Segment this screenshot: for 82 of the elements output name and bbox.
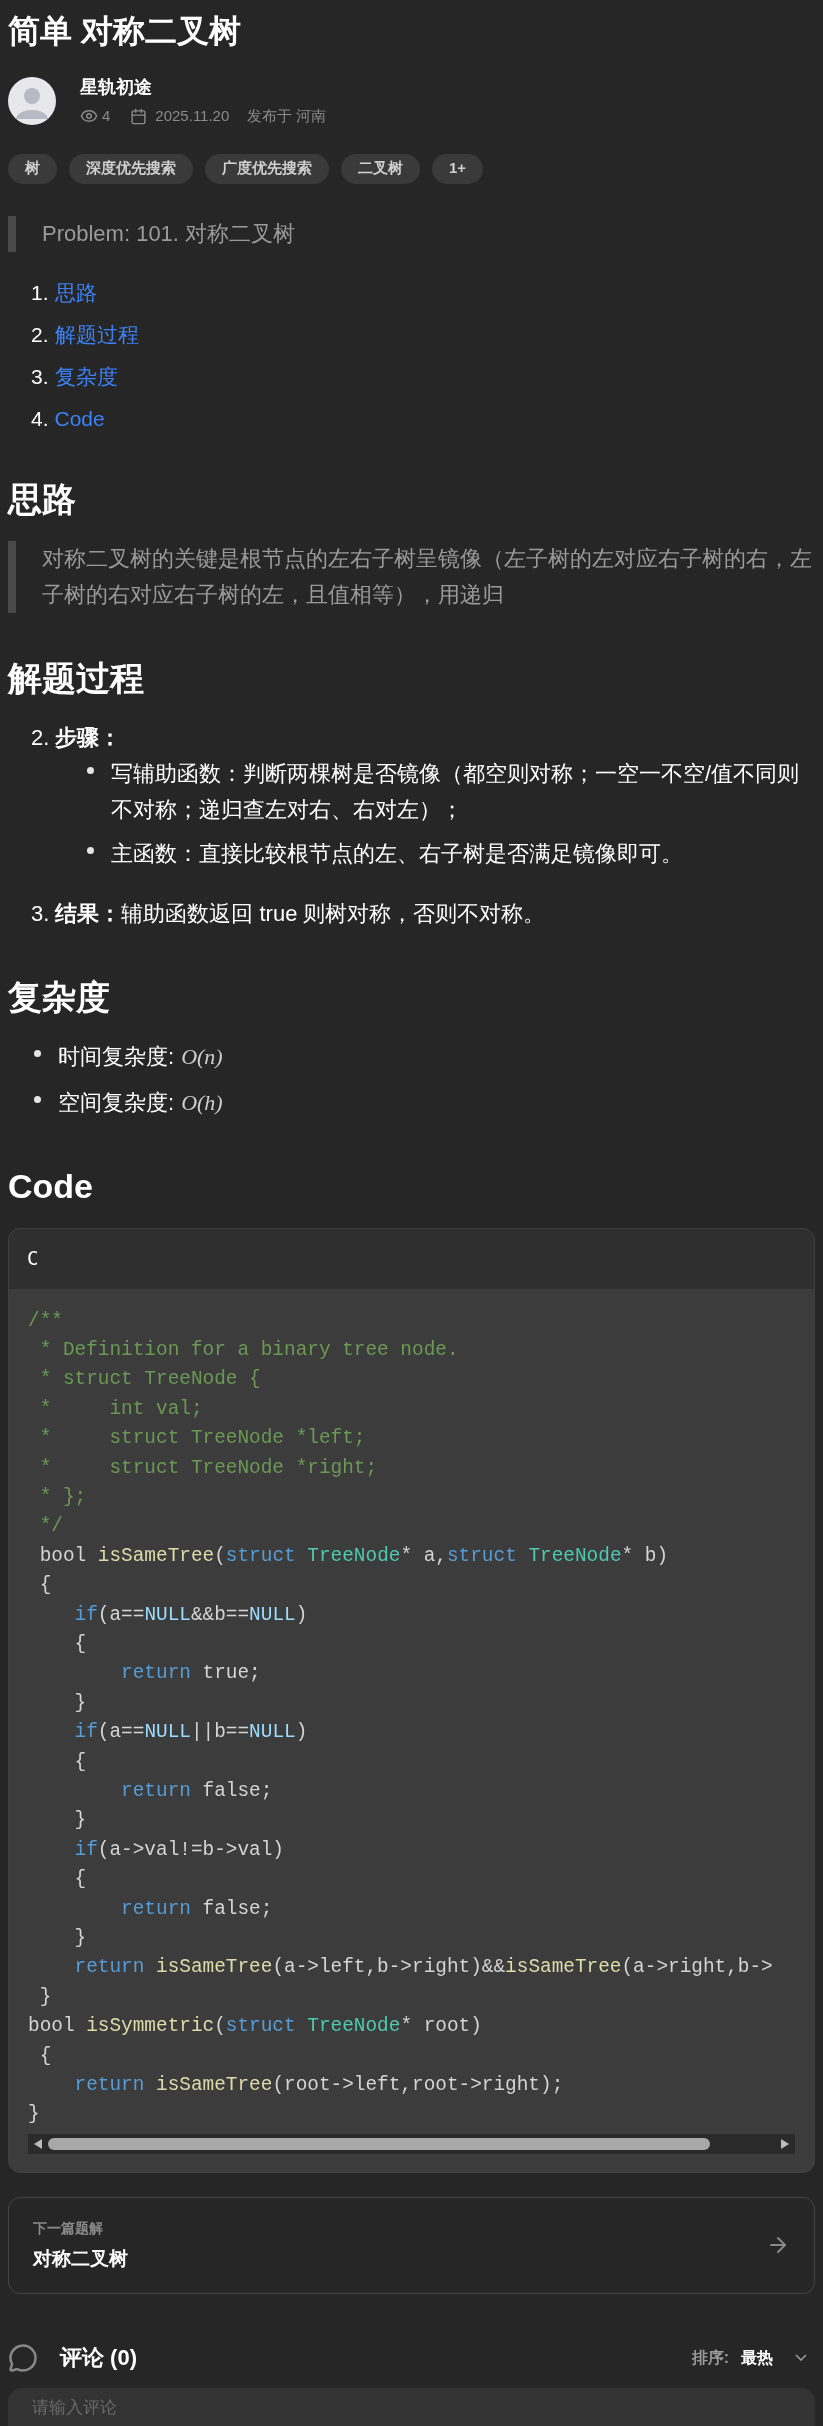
list-number: 4. (31, 405, 49, 432)
toc-link[interactable]: 复杂度 (54, 361, 118, 392)
tag-chip[interactable]: 1+ (432, 153, 484, 184)
formula: O(n) (181, 1042, 223, 1071)
complexity-label: 空间复杂度: (58, 1088, 175, 1117)
code-line: */ (38, 1514, 63, 1540)
view-count: 4 (102, 106, 111, 126)
step-text: 结果：辅助函数返回 true 则树对称，否则不对称。 (55, 899, 546, 928)
complexity-label: 时间复杂度: (58, 1042, 175, 1071)
code-line: } (73, 1926, 87, 1952)
code-line: * Definition for a binary tree node. (38, 1337, 459, 1363)
code-line: { (73, 1631, 87, 1657)
tag-chip[interactable]: 广度优先搜索 (205, 153, 329, 184)
tag-chip[interactable]: 深度优先搜索 (69, 153, 193, 184)
code-line: if(a==NULL||b==NULL) (73, 1720, 308, 1746)
section-heading: 思路 (8, 478, 77, 520)
code-line: { (38, 1573, 52, 1599)
code-line: } (38, 1984, 52, 2010)
post-location: 发布于 河南 (247, 106, 327, 126)
bullet-icon (87, 846, 94, 854)
code-line: { (73, 1867, 87, 1893)
list-number: 3. (31, 899, 50, 928)
bullet-icon (34, 1095, 41, 1103)
code-line: bool isSymmetric(struct TreeNode* root) (28, 2014, 482, 2040)
step-label: 步骤： (55, 723, 122, 752)
list-number: 1. (31, 279, 49, 306)
code-line: return true; (120, 1661, 261, 1687)
next-solution-card[interactable]: 下一篇题解 对称二叉树 (8, 2196, 815, 2294)
code-line: { (38, 2043, 52, 2069)
list-number: 2. (31, 321, 49, 348)
page-title: 简单 对称二叉树 (8, 12, 242, 51)
section-heading: 复杂度 (8, 976, 111, 1018)
tag-chip[interactable]: 二叉树 (341, 153, 420, 184)
toc-link[interactable]: Code (54, 403, 105, 434)
code-line: if(a->val!=b->val) (73, 1837, 284, 1863)
code-line: { (73, 1749, 87, 1775)
horizontal-scrollbar[interactable] (28, 2133, 795, 2154)
section-heading: 解题过程 (8, 657, 145, 699)
code-line: } (73, 1690, 87, 1716)
code-language: C (27, 1246, 39, 1272)
scroll-left-icon[interactable] (34, 2138, 42, 2149)
code-line: bool isSameTree(struct TreeNode* a,struct TreeNode* b) (38, 1543, 669, 1569)
problem-quote: Problem: 101. 对称二叉树 (41, 219, 296, 248)
calendar-icon (130, 107, 148, 125)
code-line: * struct TreeNode *right; (38, 1455, 378, 1481)
code-line: return isSameTree(root->left,root->right); (73, 2073, 564, 2099)
code-line: * struct TreeNode *left; (38, 1426, 366, 1452)
code-line: return isSameTree(a->left,b->right)&&isSameTree(a->right,b-> (73, 1955, 773, 1981)
next-caption: 下一篇题解 (33, 2218, 104, 2238)
code-line: * }; (38, 1484, 87, 1510)
bullet-icon (34, 1049, 41, 1057)
chevron-down-icon (795, 2354, 807, 2362)
code-line: * int val; (38, 1396, 203, 1422)
quote-bar (8, 215, 16, 252)
code-line: } (73, 1808, 87, 1834)
toc-link[interactable]: 解题过程 (54, 319, 139, 350)
scroll-right-icon[interactable] (781, 2138, 789, 2149)
code-line: if(a==NULL&&b==NULL) (73, 1602, 308, 1628)
sort-dropdown[interactable]: 最热 (741, 2345, 815, 2370)
bullet-icon (87, 766, 94, 774)
tag-chip[interactable]: 树 (8, 153, 57, 184)
sort-label: 排序: (691, 2347, 729, 2368)
comments-title: 评论 (0) (60, 2344, 137, 2373)
list-number: 3. (31, 363, 49, 390)
section-heading: Code (8, 1165, 94, 1207)
idea-quote: 对称二叉树的关键是根节点的左右子树呈镜像（左子树的左对应右子树的右，左子树的右对应右子树的左，且值相等），用递归 (41, 544, 813, 609)
code-line: return false; (120, 1896, 273, 1922)
code-line: return false; (120, 1779, 273, 1804)
step-text: 主函数：直接比较根节点的左、右子树是否满足镜像即可。 (111, 839, 683, 868)
author-name[interactable]: 星轨初途 (80, 74, 327, 101)
scrollbar-thumb[interactable] (48, 2137, 710, 2150)
avatar (8, 76, 56, 125)
formula: O(h) (181, 1088, 223, 1117)
next-title: 对称二叉树 (33, 2246, 129, 2271)
code-line: } (28, 2102, 40, 2128)
post-date: 2025.11.20 (155, 106, 230, 126)
list-number: 2. (31, 723, 50, 752)
code-line: /** (28, 1308, 63, 1334)
code-line: * struct TreeNode { (38, 1367, 261, 1393)
step-text: 写辅助函数：判断两棵树是否镜像（都空则对称；一空一不空/值不同则不对称；递归查左对右、右对左）； (111, 759, 801, 824)
toc-link[interactable]: 思路 (54, 277, 97, 308)
comment-icon (8, 2342, 38, 2373)
